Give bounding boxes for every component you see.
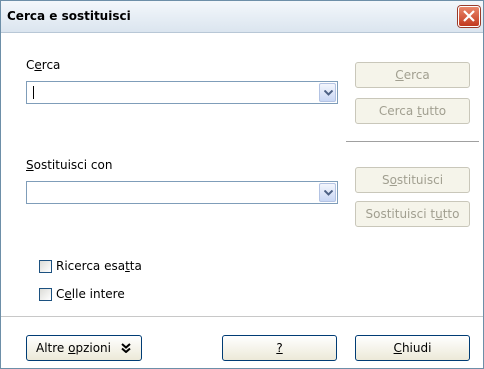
search-label: Cerca: [26, 58, 61, 72]
whole-cells-label: Celle intere: [56, 287, 125, 301]
match-case-label: Ricerca esatta: [56, 259, 142, 273]
close-icon: [463, 10, 475, 22]
title-bar: Cerca e sostituisci: [1, 1, 483, 33]
replace-combobox[interactable]: [26, 181, 338, 204]
find-replace-dialog: Cerca e sostituisci Cerca Cerca Cerca tu…: [0, 0, 484, 369]
close-button[interactable]: Chiudi: [355, 335, 470, 361]
replace-dropdown-button[interactable]: [319, 183, 336, 202]
find-all-button[interactable]: Cerca tutto: [355, 98, 470, 124]
find-button[interactable]: Cerca: [355, 62, 470, 88]
window-title: Cerca e sostituisci: [7, 9, 131, 23]
match-case-checkbox[interactable]: [39, 260, 52, 273]
more-options-button[interactable]: Altre opzioni: [26, 335, 142, 361]
separator: [346, 141, 479, 142]
search-dropdown-button[interactable]: [319, 83, 336, 102]
chevron-down-icon: [324, 90, 333, 96]
chevron-down-icon: [324, 190, 333, 196]
text-cursor: [33, 86, 34, 99]
close-window-button[interactable]: [458, 6, 480, 27]
replace-label: Sostituisci con: [26, 158, 113, 172]
footer-separator: [1, 316, 483, 317]
help-button[interactable]: ?: [222, 335, 337, 361]
replace-all-button[interactable]: Sostituisci tutto: [355, 201, 470, 227]
double-chevron-down-icon: [121, 343, 131, 353]
whole-cells-checkbox[interactable]: [39, 288, 52, 301]
replace-button[interactable]: Sostituisci: [355, 167, 470, 193]
search-combobox[interactable]: [26, 81, 338, 104]
